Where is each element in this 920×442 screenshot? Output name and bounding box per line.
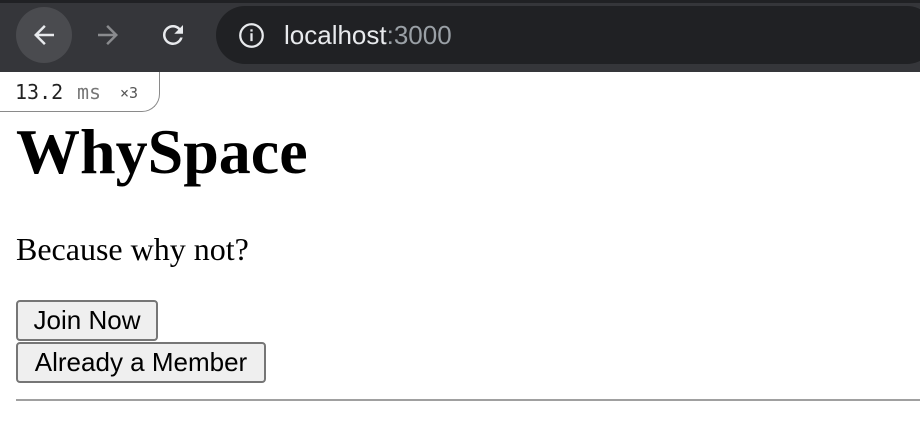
horizontal-rule <box>16 399 920 401</box>
reload-button[interactable] <box>145 7 201 63</box>
url-host: localhost <box>284 20 387 50</box>
tagline: Because why not? <box>16 231 249 267</box>
forward-button[interactable] <box>80 7 136 63</box>
timing-unit: ms <box>77 80 102 104</box>
address-bar[interactable]: localhost:3000 <box>216 6 920 64</box>
timing-multiplier: ×3 <box>120 84 139 102</box>
arrow-left-icon <box>34 25 54 45</box>
join-now-button[interactable]: Join Now <box>16 300 158 341</box>
arrow-right-icon <box>98 25 118 45</box>
timing-badge: 13.2 ms ×3 <box>0 72 160 112</box>
timing-value: 13.2 <box>15 80 64 104</box>
page-title: WhySpace <box>16 116 308 187</box>
url-text: localhost:3000 <box>284 19 452 51</box>
browser-toolbar: localhost:3000 <box>0 0 920 72</box>
info-icon[interactable] <box>238 22 265 49</box>
back-button[interactable] <box>16 7 72 63</box>
already-member-button[interactable]: Already a Member <box>16 342 266 383</box>
url-port: :3000 <box>386 20 452 50</box>
reload-icon <box>162 24 183 45</box>
